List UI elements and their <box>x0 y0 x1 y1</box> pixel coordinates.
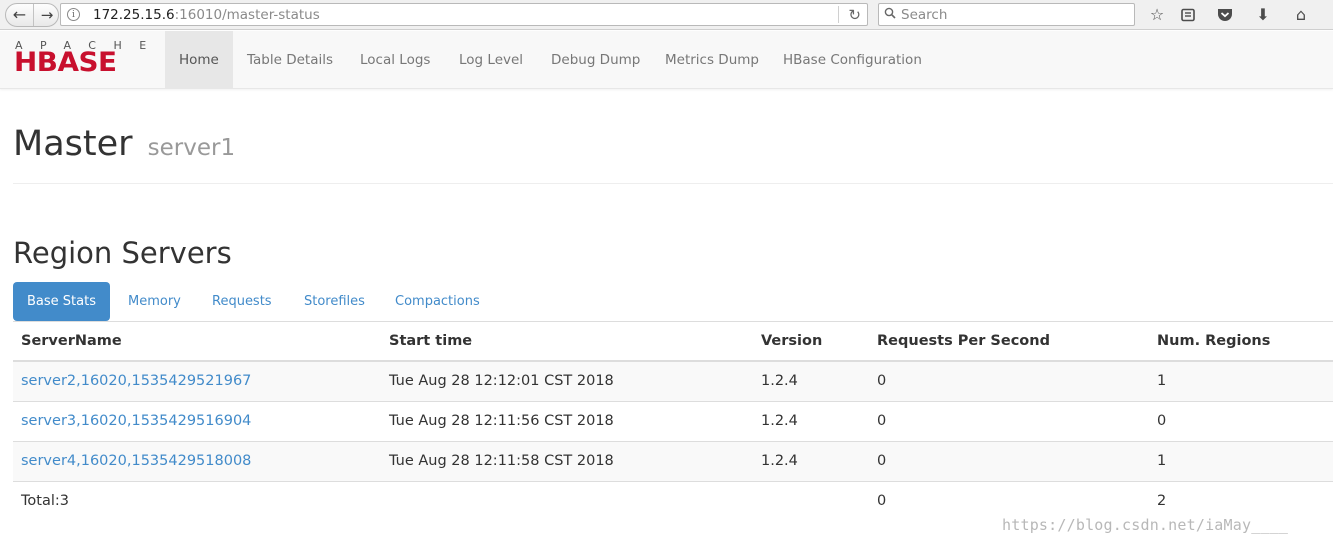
start-time-cell: Tue Aug 28 12:12:01 CST 2018 <box>381 360 753 401</box>
num-regions-cell: 0 <box>1149 400 1333 441</box>
version-cell: 1.2.4 <box>753 360 869 401</box>
table-header-row: ServerName Start time Version Requests P… <box>13 322 1333 362</box>
region-servers-table: ServerName Start time Version Requests P… <box>13 322 1333 521</box>
server-link[interactable]: server2,16020,1535429521967 <box>21 373 251 389</box>
server-link[interactable]: server3,16020,1535429516904 <box>21 413 251 429</box>
num-regions-cell: 1 <box>1149 360 1333 401</box>
tab-base-stats[interactable]: Base Stats <box>13 282 110 321</box>
server-name-cell: server3,16020,1535429516904 <box>13 400 381 441</box>
requests-per-second-cell: 0 <box>869 400 1149 441</box>
table-row: server3,16020,1535429516904 Tue Aug 28 1… <box>13 400 1333 441</box>
hbase-navbar: APACHE HBASE Home Table Details Local Lo… <box>0 31 1333 89</box>
column-header: ServerName <box>13 322 381 362</box>
nav-table-details[interactable]: Table Details <box>247 31 333 89</box>
address-bar[interactable]: i 172.25.15.6:16010/master-status ↻ <box>60 3 868 26</box>
nav-debug-dump[interactable]: Debug Dump <box>551 31 640 89</box>
nav-local-logs[interactable]: Local Logs <box>360 31 430 89</box>
column-header: Version <box>753 322 869 362</box>
nav-buttons: ← → <box>5 3 59 27</box>
hbase-logo[interactable]: APACHE HBASE <box>14 40 150 78</box>
pocket-icon[interactable] <box>1214 4 1236 26</box>
page-title: Master server1 <box>13 122 235 170</box>
region-servers-title: Region Servers <box>13 236 232 270</box>
start-time-cell: Tue Aug 28 12:11:58 CST 2018 <box>381 440 753 481</box>
column-header: Start time <box>381 322 753 362</box>
url-host: 172.25.15.6 <box>93 7 175 23</box>
page-title-text: Master <box>13 124 133 164</box>
nav-home[interactable]: Home <box>165 31 233 89</box>
reload-icon[interactable]: ↻ <box>848 5 861 25</box>
watermark: https://blog.csdn.net/iaMay____ <box>1002 516 1289 534</box>
page-subtitle: server1 <box>147 135 236 161</box>
table-row: server2,16020,1535429521967 Tue Aug 28 1… <box>13 360 1333 401</box>
empty-cell <box>753 480 869 521</box>
total-rps-cell: 0 <box>869 480 1149 521</box>
total-regions-cell: 2 <box>1149 480 1333 521</box>
server-name-cell: server4,16020,1535429518008 <box>13 440 381 481</box>
requests-per-second-cell: 0 <box>869 440 1149 481</box>
server-name-cell: server2,16020,1535429521967 <box>13 360 381 401</box>
url-path: :16010/master-status <box>174 7 320 23</box>
reload-separator <box>838 6 839 23</box>
header-divider <box>13 183 1333 184</box>
column-header: Requests Per Second <box>869 322 1149 362</box>
download-icon[interactable]: ⬇ <box>1252 4 1274 26</box>
reading-list-icon[interactable] <box>1177 4 1199 26</box>
browser-toolbar: ← → i 172.25.15.6:16010/master-status ↻ … <box>0 0 1333 30</box>
total-label-cell: Total:3 <box>13 480 381 521</box>
table-total-row: Total:3 0 2 <box>13 480 1333 521</box>
browser-search-box[interactable] <box>878 3 1135 26</box>
home-icon[interactable]: ⌂ <box>1290 4 1312 26</box>
tab-requests[interactable]: Requests <box>212 282 272 321</box>
server-link[interactable]: server4,16020,1535429518008 <box>21 453 251 469</box>
url-text[interactable]: 172.25.15.6:16010/master-status <box>93 6 320 24</box>
num-regions-cell: 1 <box>1149 440 1333 481</box>
nav-log-level[interactable]: Log Level <box>459 31 523 89</box>
version-cell: 1.2.4 <box>753 440 869 481</box>
forward-arrow-icon[interactable]: → <box>35 4 59 26</box>
nav-metrics-dump[interactable]: Metrics Dump <box>665 31 759 89</box>
requests-per-second-cell: 0 <box>869 360 1149 401</box>
tab-memory[interactable]: Memory <box>128 282 181 321</box>
nav-hbase-configuration[interactable]: HBase Configuration <box>783 31 922 89</box>
tab-compactions[interactable]: Compactions <box>395 282 480 321</box>
search-icon <box>884 7 896 19</box>
tab-storefiles[interactable]: Storefiles <box>304 282 365 321</box>
logo-hbase-text: HBASE <box>14 47 117 78</box>
version-cell: 1.2.4 <box>753 400 869 441</box>
empty-cell <box>381 480 753 521</box>
column-header: Num. Regions <box>1149 322 1333 362</box>
table-row: server4,16020,1535429518008 Tue Aug 28 1… <box>13 440 1333 481</box>
bookmark-star-icon[interactable]: ☆ <box>1146 4 1168 26</box>
search-input[interactable] <box>901 5 1129 24</box>
start-time-cell: Tue Aug 28 12:11:56 CST 2018 <box>381 400 753 441</box>
info-icon[interactable]: i <box>67 8 80 21</box>
back-arrow-icon[interactable]: ← <box>6 4 34 26</box>
